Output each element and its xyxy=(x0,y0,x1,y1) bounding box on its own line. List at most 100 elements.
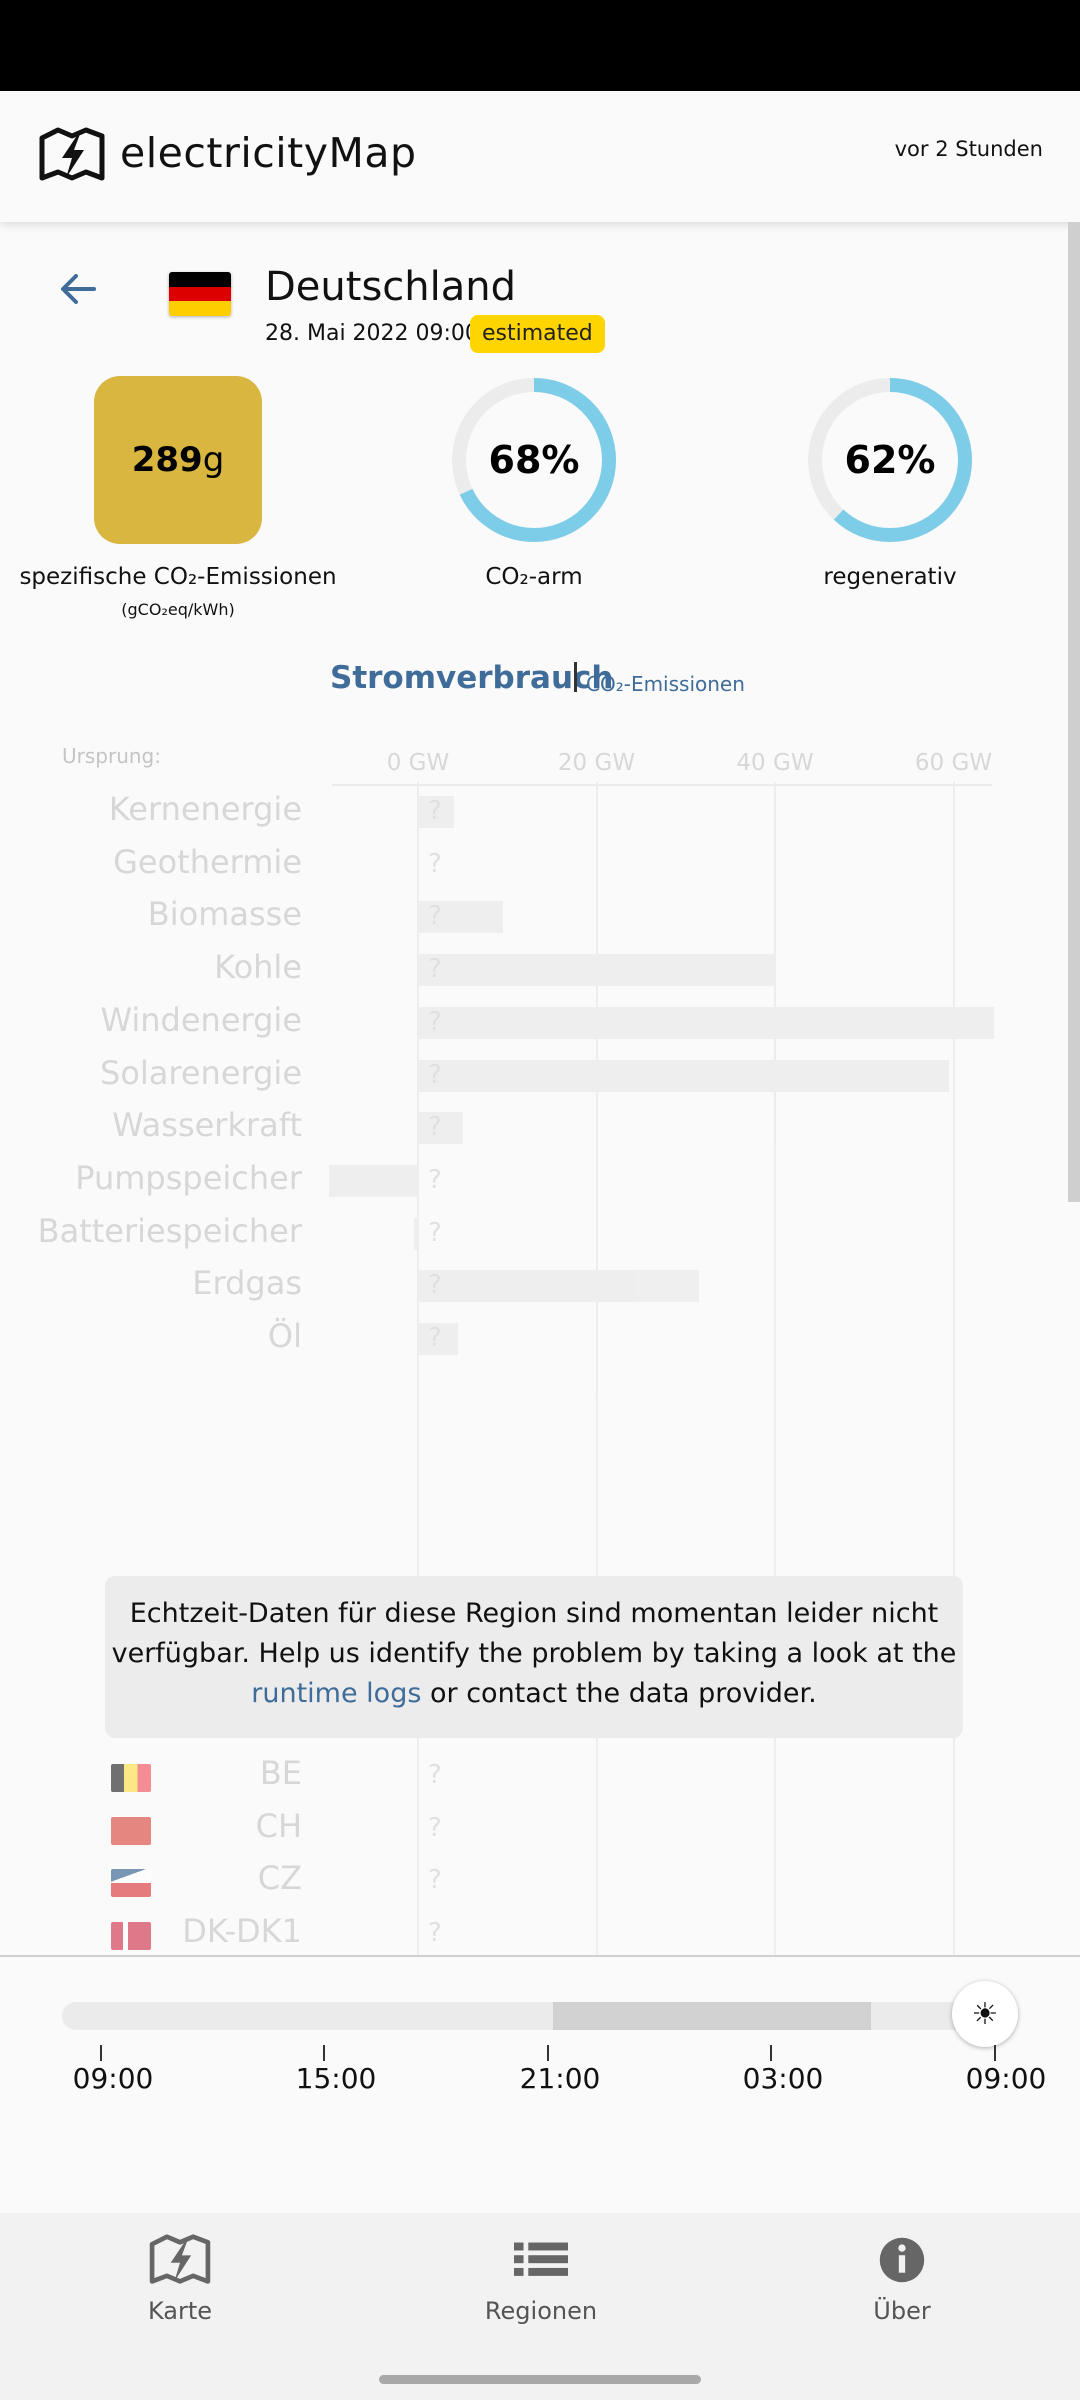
time-slider-thumb[interactable]: ☀ xyxy=(952,1981,1018,2047)
renewable-label: regenerativ xyxy=(823,564,957,590)
info-icon xyxy=(879,2237,925,2283)
x-tick-label: 0 GW xyxy=(386,750,450,776)
value-label: ? xyxy=(428,1059,442,1090)
timeline-label: 09:00 xyxy=(72,2062,154,2095)
flag-icon xyxy=(111,1922,151,1951)
message-text: Echtzeit-Daten für diese Region sind mom… xyxy=(111,1598,957,1669)
nav-map[interactable]: Karte xyxy=(80,2233,280,2325)
scrollbar[interactable] xyxy=(1068,222,1080,1202)
timeline-tick xyxy=(323,2045,325,2061)
last-updated: vor 2 Stunden xyxy=(894,137,1043,161)
tab-emissions[interactable]: CO₂-Emissionen xyxy=(586,672,745,696)
back-arrow-icon[interactable] xyxy=(58,269,98,309)
chart-axis-line xyxy=(332,784,992,786)
value-label: ? xyxy=(428,848,442,879)
exchange-value-label: ? xyxy=(428,1760,442,1790)
category-label: Geothermie xyxy=(113,842,302,881)
value-label: ? xyxy=(428,1112,442,1143)
exchange-label: DK-DK1 xyxy=(182,1912,302,1951)
lowcarbon-value: 68% xyxy=(488,438,580,482)
category-label: Biomasse xyxy=(147,895,302,934)
production-bar[interactable] xyxy=(418,1059,950,1092)
value-label: ? xyxy=(428,1006,442,1037)
timeline-tick xyxy=(994,2045,996,2061)
timeline-label: 21:00 xyxy=(519,2062,601,2095)
timeline-label: 15:00 xyxy=(295,2062,377,2095)
co2-sublabel: (gCO₂eq/kWh) xyxy=(121,600,235,619)
gridline xyxy=(952,782,955,1955)
status-bar xyxy=(0,0,1080,91)
x-tick-label: 40 GW xyxy=(736,750,814,776)
category-label: Solarenergie xyxy=(100,1053,302,1092)
exchange-value-label: ? xyxy=(428,1812,442,1843)
value-label: ? xyxy=(428,1164,442,1195)
value-label: ? xyxy=(428,901,442,932)
x-tick-label: 20 GW xyxy=(557,750,636,776)
value-label: ? xyxy=(428,796,442,826)
production-bar[interactable] xyxy=(418,954,775,987)
nav-regions[interactable]: Regionen xyxy=(441,2233,641,2325)
category-label: Öl xyxy=(267,1317,302,1355)
message-text-end: or contact the data provider. xyxy=(430,1678,817,1709)
timeline-tick xyxy=(100,2045,102,2061)
co2-unit: g xyxy=(202,440,225,480)
category-label: Erdgas xyxy=(192,1264,302,1303)
co2-intensity-box: 289 g xyxy=(94,376,262,544)
flag-de-icon xyxy=(169,272,231,316)
co2-label: spezifische CO₂-Emissionen xyxy=(19,564,337,590)
production-chart: Ursprung: 0 GW 20 GW 40 GW 60 GW Kernenergie… xyxy=(0,722,1080,1955)
runtime-logs-link[interactable]: runtime logs xyxy=(251,1678,421,1709)
production-bar[interactable] xyxy=(328,1164,418,1197)
nav-regions-label: Regionen xyxy=(484,2297,598,2325)
flag-icon xyxy=(111,1764,151,1792)
nav-about[interactable]: Über xyxy=(802,2233,1002,2325)
app-name: electricityMap xyxy=(120,129,417,177)
exchange-value-label: ? xyxy=(428,1918,442,1949)
sun-icon: ☀ xyxy=(971,1996,999,2032)
timeline-tick xyxy=(547,2045,549,2061)
bottom-navigation: Karte Regionen Über xyxy=(0,2213,1080,2400)
logo-icon[interactable] xyxy=(38,126,106,184)
exchange-label: CZ xyxy=(257,1859,302,1898)
category-label: Pumpspeicher xyxy=(75,1158,302,1197)
production-bar[interactable] xyxy=(413,1217,418,1250)
zone-datetime: 28. Mai 2022 09:00 xyxy=(265,321,479,346)
tab-separator xyxy=(574,662,577,692)
zone-details-panel: Deutschland 28. Mai 2022 09:00 estimated… xyxy=(0,222,1080,1955)
map-icon xyxy=(149,2234,211,2284)
nav-map-label: Karte xyxy=(147,2297,213,2325)
value-label: ? xyxy=(428,1217,442,1248)
exchange-label: BE xyxy=(259,1754,302,1792)
production-bar[interactable] xyxy=(418,1006,994,1039)
category-label: Kohle xyxy=(214,948,302,987)
timeline-label: 09:00 xyxy=(965,2062,1047,2095)
co2-value: 289 xyxy=(131,440,203,480)
x-tick-label: 60 GW xyxy=(914,750,993,776)
time-slider-night-range xyxy=(553,2002,871,2030)
exchange-value-label: ? xyxy=(428,1865,442,1896)
tab-consumption[interactable]: Stromverbrauch xyxy=(330,660,613,696)
category-label: Wasserkraft xyxy=(112,1106,302,1145)
value-label: ? xyxy=(428,1323,442,1353)
app-header: electricityMap vor 2 Stunden xyxy=(0,91,1080,222)
home-indicator[interactable] xyxy=(379,2375,701,2384)
flag-icon xyxy=(111,1816,151,1845)
production-bar[interactable] xyxy=(418,1270,700,1303)
category-label: Kernenergie xyxy=(108,790,302,828)
category-label: Batteriespeicher xyxy=(37,1211,302,1250)
nav-about-label: Über xyxy=(873,2297,931,2325)
value-label: ? xyxy=(428,1270,442,1301)
origin-label: Ursprung: xyxy=(62,744,161,768)
exchange-label: CH xyxy=(255,1806,302,1845)
timeline-label: 03:00 xyxy=(742,2062,824,2095)
data-unavailable-message: Echtzeit-Daten für diese Region sind mom… xyxy=(105,1576,963,1738)
category-label: Windenergie xyxy=(100,1000,302,1039)
lowcarbon-label: CO₂-arm xyxy=(485,564,583,590)
renewable-value: 62% xyxy=(844,438,936,482)
value-label: ? xyxy=(428,954,442,985)
zone-name: Deutschland xyxy=(265,264,516,310)
timeline-divider xyxy=(0,1955,1080,1957)
estimated-badge: estimated xyxy=(470,315,605,353)
timeline-tick xyxy=(770,2045,772,2061)
list-icon xyxy=(514,2242,568,2276)
